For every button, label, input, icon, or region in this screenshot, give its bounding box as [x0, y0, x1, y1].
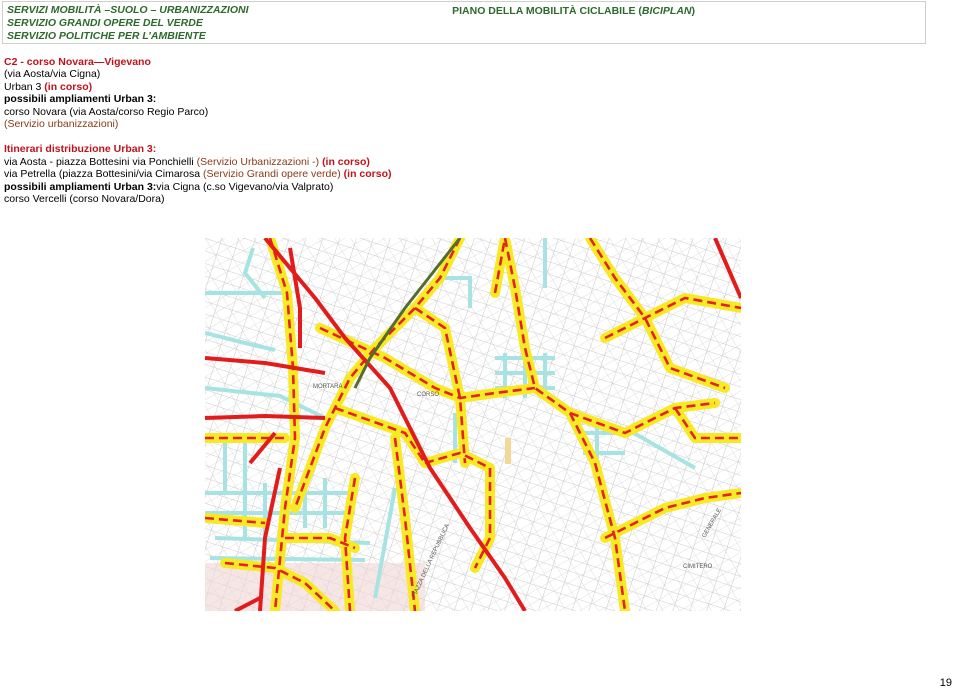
map-image: MORTARA CORSO CIMITERO GENERALE PIAZZA D…	[205, 238, 741, 611]
section-code: C2 - corso Novara—Vigevano	[4, 56, 151, 68]
header-dept-3: SERVIZIO POLITICHE PER L’AMBIENTE	[7, 30, 206, 42]
section-line: (Servizio urbanizzazioni)	[4, 118, 119, 130]
map-label-corso: CORSO	[417, 392, 439, 398]
section-line: possibili ampliamenti Urban 3:	[4, 93, 157, 105]
header-plan-title: PIANO DELLA MOBILITÀ CICLABILE (BICIPLAN…	[452, 5, 695, 17]
header-dept-2: SERVIZIO GRANDI OPERE DEL VERDE	[7, 17, 203, 29]
header-dept-1: SERVIZI MOBILITÀ –SUOLO – URBANIZZAZIONI	[7, 4, 249, 16]
section-line: corso Novara (via Aosta/corso Regio Parc…	[4, 106, 209, 118]
map-label-mortara: MORTARA	[313, 384, 342, 390]
itinerari-row: possibili ampliamenti Urban 3:via Cigna …	[4, 181, 334, 193]
itinerari-row: via Petrella (piazza Bottesini/via Cimar…	[4, 168, 392, 180]
page-header: SERVIZI MOBILITÀ –SUOLO – URBANIZZAZIONI…	[2, 1, 926, 44]
itinerari-row: corso Vercelli (corso Novara/Dora)	[4, 193, 165, 205]
itinerari-title: Itinerari distribuzione Urban 3:	[4, 143, 157, 155]
section-line: (via Aosta/via Cigna)	[4, 68, 101, 80]
map-label-cimitero: CIMITERO	[683, 564, 713, 570]
section-line: Urban 3 (in corso)	[4, 81, 93, 93]
itinerari-row: via Aosta - piazza Bottesini via Ponchie…	[4, 156, 370, 168]
page-number: 19	[939, 677, 952, 689]
cycle-network-map: MORTARA CORSO CIMITERO GENERALE PIAZZA D…	[205, 238, 741, 611]
